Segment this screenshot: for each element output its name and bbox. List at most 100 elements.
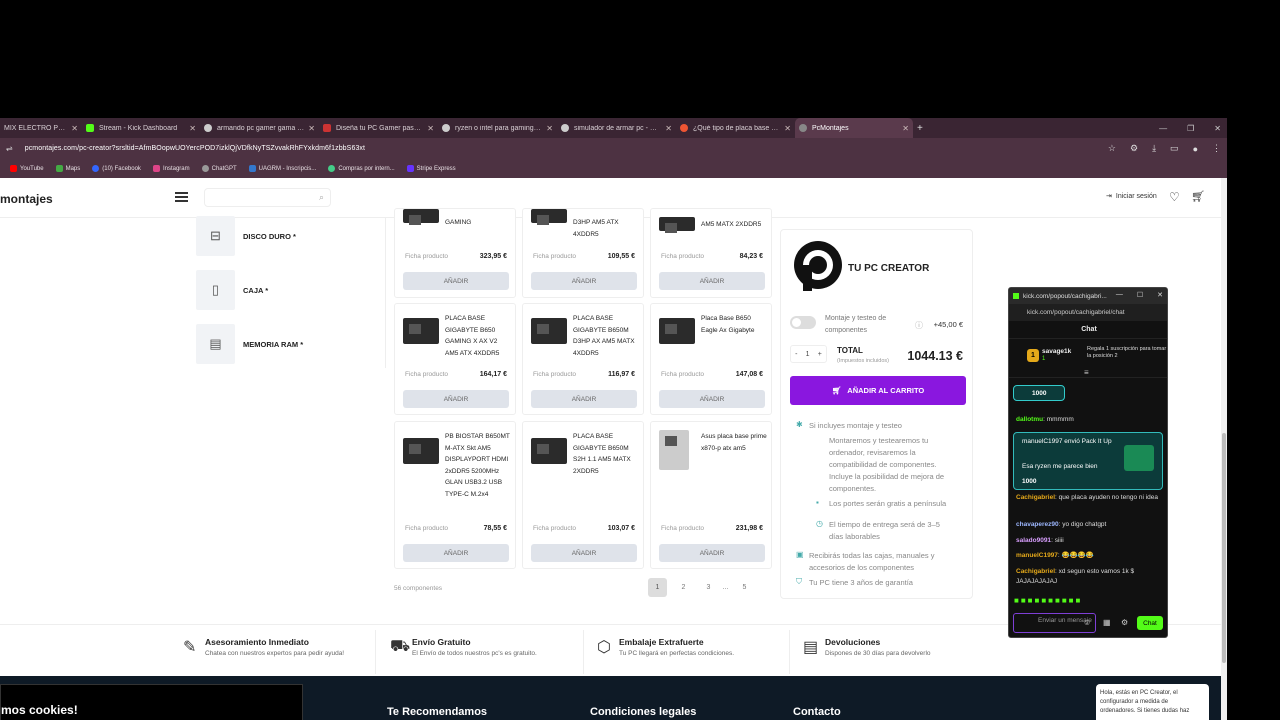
assistant-bubble[interactable]: Hola, estás en PC Creator, el configurad… xyxy=(1096,684,1209,720)
emote-bar[interactable]: ■■■■■■■■■■ xyxy=(1014,596,1082,605)
star-icon[interactable]: ☆ xyxy=(1108,143,1116,154)
minimize-icon[interactable]: — xyxy=(1116,291,1123,299)
close-icon[interactable]: ✕ xyxy=(427,124,434,133)
tab-2[interactable]: Stream - Kick Dashboard ✕ xyxy=(82,118,200,138)
add-button[interactable]: AÑADIR xyxy=(403,544,509,562)
bookmark-youtube[interactable]: YouTube xyxy=(10,165,44,172)
gift-promo[interactable]: Regala 1 suscripción para tomar la posic… xyxy=(1087,346,1167,360)
product-image[interactable] xyxy=(531,438,567,464)
close-icon[interactable]: ✕ xyxy=(1157,291,1163,299)
search-input[interactable]: ⌕ xyxy=(204,188,331,207)
maximize-icon[interactable]: ☐ xyxy=(1137,291,1143,299)
close-icon[interactable]: ✕ xyxy=(902,124,909,133)
tab-4[interactable]: Diseña tu PC Gamer paso a pa✕ xyxy=(319,118,438,138)
site-info-icon[interactable]: ⇌ xyxy=(6,144,13,153)
product-sheet-link[interactable]: Ficha producto xyxy=(405,525,448,532)
product-name[interactable]: Placa Base B650 Eagle Ax Gigabyte xyxy=(701,313,767,336)
product-sheet-link[interactable]: Ficha producto xyxy=(405,253,448,260)
minus-icon[interactable]: - xyxy=(795,351,797,358)
product-name[interactable]: GAMING xyxy=(445,217,511,229)
site-logo[interactable]: montajes xyxy=(0,192,53,206)
top-gifter-name[interactable]: savage1k xyxy=(1042,348,1071,355)
add-button[interactable]: AÑADIR xyxy=(403,272,509,290)
product-image[interactable] xyxy=(659,430,689,470)
profile-icon[interactable]: ● xyxy=(1193,144,1198,154)
product-sheet-link[interactable]: Ficha producto xyxy=(661,525,704,532)
login-button[interactable]: ⇥ Iniciar sesión xyxy=(1106,192,1157,201)
info-icon[interactable]: ⓘ xyxy=(915,320,923,331)
category-caja[interactable]: ▯ CAJA * xyxy=(196,270,380,310)
add-to-cart-button[interactable]: 🛒︎ AÑADIR AL CARRITO xyxy=(790,376,966,405)
page-button[interactable]: 2 xyxy=(674,578,693,597)
add-button[interactable]: AÑADIR xyxy=(659,390,765,408)
sidepanel-icon[interactable]: ▭ xyxy=(1170,143,1179,154)
bookmark-maps[interactable]: Maps xyxy=(55,165,80,172)
page-button[interactable]: 5 xyxy=(735,578,754,597)
scrollbar-thumb[interactable] xyxy=(1222,433,1226,663)
product-image[interactable] xyxy=(659,318,695,344)
cart-icon[interactable]: 🛒︎ xyxy=(1191,190,1205,203)
emoji-icon[interactable]: ☺ xyxy=(1083,618,1091,627)
close-icon[interactable]: ✕ xyxy=(308,124,315,133)
bookmark-compras[interactable]: Compras por intern... xyxy=(328,165,395,172)
product-sheet-link[interactable]: Ficha producto xyxy=(533,525,576,532)
product-sheet-link[interactable]: Ficha producto xyxy=(661,253,704,260)
product-name[interactable]: AM5 MATX 2XDDR5 xyxy=(701,219,767,231)
send-chat-button[interactable]: Chat xyxy=(1137,616,1163,630)
page-button[interactable]: 1 xyxy=(648,578,667,597)
collapse-icon[interactable]: ≡ xyxy=(1084,368,1089,377)
product-name[interactable]: PLACA BASE GIGABYTE B650M D3HP AX AM5 MA… xyxy=(573,313,639,359)
close-icon[interactable]: ✕ xyxy=(71,124,78,133)
tab-6[interactable]: simulador de armar pc - Buscar✕ xyxy=(557,118,676,138)
product-sheet-link[interactable]: Ficha producto xyxy=(533,371,576,378)
tab-5[interactable]: ryzen o intel para gaming - Bus ✕ xyxy=(438,118,557,138)
menu-icon[interactable]: ⋮ xyxy=(1212,143,1221,154)
close-icon[interactable]: ✕ xyxy=(665,124,672,133)
chat-username[interactable]: Cachigabriel xyxy=(1016,568,1055,575)
heart-icon[interactable]: ♡ xyxy=(1169,190,1180,204)
product-name[interactable]: PLACA BASE GIGABYTE B650 GAMING X AX V2 … xyxy=(445,313,511,359)
bookmark-chatgpt[interactable]: ChatGPT xyxy=(201,165,237,172)
product-sheet-link[interactable]: Ficha producto xyxy=(661,371,704,378)
chat-username[interactable]: chavaperez90 xyxy=(1016,521,1059,528)
product-image[interactable] xyxy=(531,209,567,225)
chat-username[interactable]: manuelC1997 xyxy=(1016,552,1058,559)
bookmark-instagram[interactable]: Instagram xyxy=(152,165,190,172)
quantity-stepper[interactable]: - 1 + xyxy=(790,345,827,363)
hamburger-menu-icon[interactable] xyxy=(175,192,188,202)
category-memoria-ram[interactable]: ▤ MEMORIA RAM * xyxy=(196,324,380,364)
add-button[interactable]: AÑADIR xyxy=(531,390,637,408)
tab-3[interactable]: armando pc gamer gama alta ✕ xyxy=(200,118,319,138)
plus-icon[interactable]: + xyxy=(818,351,822,358)
add-button[interactable]: AÑADIR xyxy=(659,544,765,562)
product-name[interactable]: Asus placa base prime x870-p atx am5 xyxy=(701,431,767,454)
product-image[interactable] xyxy=(403,209,439,225)
page-scrollbar[interactable] xyxy=(1221,178,1227,720)
bookmark-stripe[interactable]: Stripe Express xyxy=(406,165,456,172)
add-button[interactable]: AÑADIR xyxy=(403,390,509,408)
bookmark-uagrm[interactable]: UAGRM - Inscripcis... xyxy=(248,165,316,172)
add-button[interactable]: AÑADIR xyxy=(531,272,637,290)
product-name[interactable]: D3HP AM5 ATX 4XDDR5 xyxy=(573,217,639,240)
chat-username[interactable]: Cachigabriel xyxy=(1016,494,1055,501)
close-icon[interactable]: ✕ xyxy=(784,124,791,133)
gift-icon[interactable]: ▦ xyxy=(1103,618,1111,627)
gear-icon[interactable]: ⚙ xyxy=(1121,618,1128,627)
product-name[interactable]: PLACA BASE GIGABYTE B650M S2H 1.1 AM5 MA… xyxy=(573,431,639,477)
minimize-icon[interactable]: — xyxy=(1159,124,1167,133)
montaje-toggle[interactable] xyxy=(790,316,816,329)
product-image[interactable] xyxy=(403,318,439,344)
close-icon[interactable]: ✕ xyxy=(1214,124,1221,133)
add-button[interactable]: AÑADIR xyxy=(659,272,765,290)
product-sheet-link[interactable]: Ficha producto xyxy=(533,253,576,260)
close-icon[interactable]: ✕ xyxy=(546,124,553,133)
url-input[interactable]: pcmontajes.com/pc-creator?srsltid=AfmBOo… xyxy=(25,145,365,152)
close-icon[interactable]: ✕ xyxy=(189,124,196,133)
product-name[interactable]: PB BIOSTAR B650MT M-ATX Skt AM5 DISPLAYP… xyxy=(445,431,511,500)
kicks-pill[interactable]: 1000 xyxy=(1013,385,1065,401)
chat-username[interactable]: dallotmu xyxy=(1016,416,1043,423)
add-button[interactable]: AÑADIR xyxy=(531,544,637,562)
bookmark-facebook[interactable]: (10) Facebook xyxy=(92,165,141,172)
product-sheet-link[interactable]: Ficha producto xyxy=(405,371,448,378)
product-image[interactable] xyxy=(403,438,439,464)
